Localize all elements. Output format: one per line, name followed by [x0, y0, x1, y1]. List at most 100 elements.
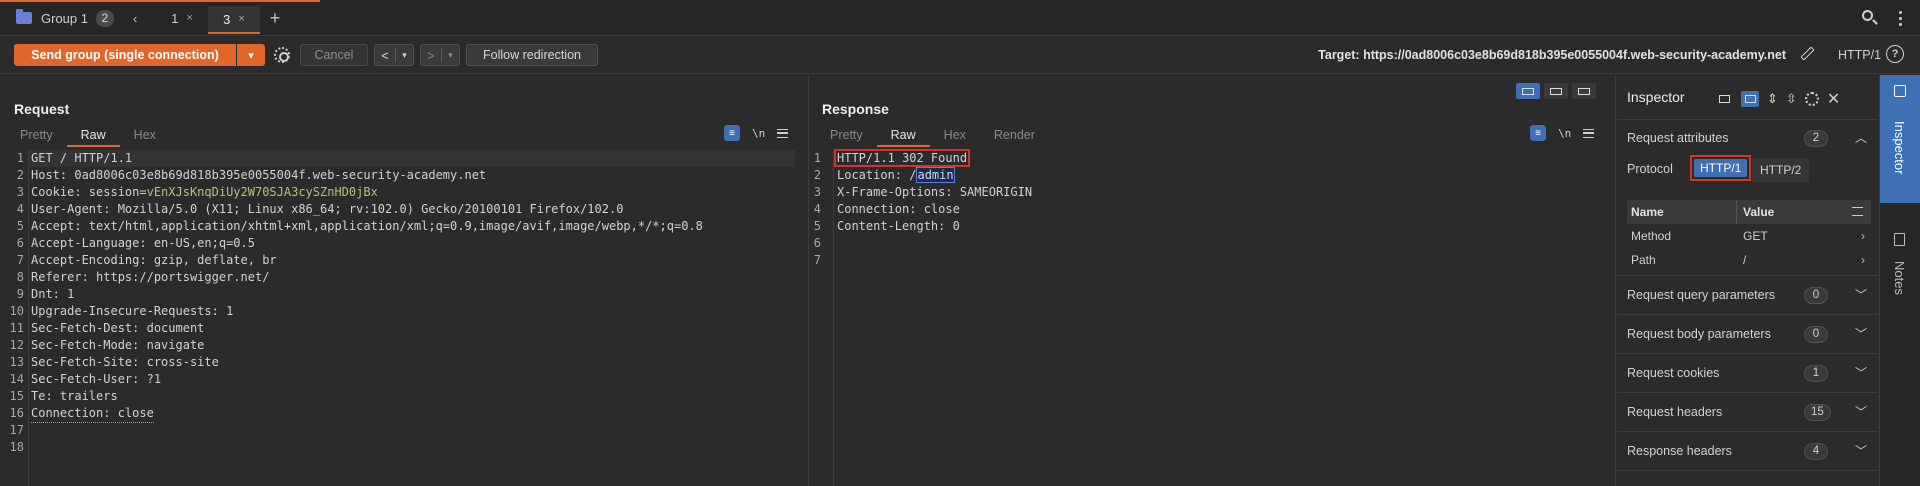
response-headers-section[interactable]: Response headers 4 ﹀ [1617, 432, 1878, 471]
cancel-button[interactable]: Cancel [300, 44, 368, 66]
settings-button[interactable] [271, 44, 293, 66]
header-value: https://portswigger.net/ [88, 270, 270, 284]
tab-hex[interactable]: Hex [120, 125, 170, 147]
follow-redirection-button[interactable]: Follow redirection [466, 44, 598, 66]
add-tab-button[interactable]: + [266, 6, 284, 30]
newline-icon[interactable]: \n [752, 127, 765, 140]
layout-split-icon[interactable] [1741, 91, 1759, 107]
close-icon[interactable]: × [186, 12, 192, 24]
attr-value: / [1743, 253, 1747, 267]
section-count: 2 [1804, 130, 1828, 147]
tab-label: 3 [223, 11, 231, 27]
forward-button[interactable]: > ▾ [420, 44, 460, 66]
search-icon[interactable] [1860, 8, 1880, 28]
table-row[interactable]: Path / › [1627, 248, 1871, 272]
tab-render[interactable]: Render [980, 125, 1049, 147]
inspector-toolbar: ⇕ ⇳ ✕ [1715, 89, 1840, 109]
line-number: 13 [9, 355, 24, 369]
chevron-up-icon[interactable]: ︿ [1855, 129, 1867, 146]
layout-stacked-icon[interactable] [1544, 83, 1568, 99]
chevron-down-icon[interactable]: ﹀ [1855, 286, 1867, 303]
layout-side-by-side-icon[interactable] [1516, 83, 1540, 99]
wrap-lines-icon[interactable]: ≡ [724, 125, 740, 141]
line-number: 9 [16, 287, 24, 301]
line-number: 4 [16, 202, 24, 216]
tab-raw[interactable]: Raw [876, 125, 930, 147]
close-icon[interactable]: ✕ [1827, 89, 1840, 109]
editor-line: 5 Accept: text/html,application/xhtml+xml… [0, 218, 808, 235]
line-text: Upgrade-Insecure-Requests: 1 [31, 303, 233, 320]
header-value: session= [81, 185, 147, 199]
wrap-lines-icon[interactable]: ≡ [1530, 125, 1546, 141]
header-value: navigate [139, 338, 205, 352]
protocol-http1-button[interactable]: HTTP/1 [1694, 159, 1748, 177]
section-count: 15 [1804, 404, 1831, 421]
sidebar-tab-inspector[interactable]: Inspector [1880, 75, 1920, 203]
column-value-header[interactable]: Value [1737, 205, 1774, 219]
request-body-parameters-section[interactable]: Request body parameters 0 ﹀ [1617, 315, 1878, 354]
section-label: Request headers [1627, 405, 1723, 419]
header-value: / [902, 168, 917, 182]
tab-raw[interactable]: Raw [66, 125, 120, 147]
back-button[interactable]: < ▾ [374, 44, 414, 66]
chevron-right-icon[interactable]: › [1861, 253, 1865, 267]
line-text: Te: trailers [31, 388, 118, 405]
sidebar-tab-label: Inspector [1892, 121, 1907, 175]
tab-3[interactable]: 3 × [208, 6, 260, 34]
menu-icon[interactable] [1583, 128, 1595, 138]
toolbar: Send group (single connection) ▾ Cancel … [0, 36, 1920, 74]
tab-1[interactable]: 1 × [156, 6, 208, 30]
header-value: ?1 [139, 372, 162, 386]
close-icon[interactable]: × [238, 13, 244, 25]
request-editor-icons: ≡ \n [724, 125, 789, 141]
tab-pretty[interactable]: Pretty [6, 125, 67, 147]
newline-icon[interactable]: \n [1558, 127, 1571, 140]
chevron-down-icon[interactable]: ﹀ [1855, 325, 1867, 342]
expand-icon[interactable]: ⇕ [1767, 91, 1778, 107]
group-label: Group 1 [41, 10, 88, 26]
line-text: Cookie: session=vEnXJsKnqDiUy2W70SJA3cyS… [31, 184, 378, 201]
send-dropdown-button[interactable]: ▾ [237, 44, 265, 66]
request-headers-section[interactable]: Request headers 15 ﹀ [1617, 393, 1878, 432]
layout-list-icon[interactable] [1715, 91, 1733, 107]
layout-tabs-icon[interactable] [1572, 83, 1596, 99]
response-editor[interactable]: 1 HTTP/1.1 302 Found 2 Location: /admin 3 X-F… [810, 149, 1615, 486]
protocol-http2-button[interactable]: HTTP/2 [1752, 158, 1810, 182]
header-value: GET / HTTP/1.1 [31, 151, 133, 165]
chevron-down-icon[interactable]: ﹀ [1855, 403, 1867, 420]
header-value: Mozilla/5.0 (X11; Linux x86_64; rv:102.0… [110, 202, 624, 216]
chevron-down-icon[interactable]: ﹀ [1855, 442, 1867, 459]
request-cookies-section[interactable]: Request cookies 1 ﹀ [1617, 354, 1878, 393]
tab-group[interactable]: Group 1 2 [16, 6, 132, 30]
line-text: X-Frame-Options: SAMEORIGIN [837, 184, 1032, 201]
tab-pretty[interactable]: Pretty [816, 125, 877, 147]
chevron-down-icon[interactable]: ﹀ [1855, 364, 1867, 381]
send-group-button[interactable]: Send group (single connection) [14, 44, 236, 66]
column-menu-icon[interactable] [1852, 207, 1863, 216]
editor-line: 11 Sec-Fetch-Dest: document [0, 320, 808, 337]
column-name-header[interactable]: Name [1627, 200, 1737, 224]
help-icon[interactable]: ? [1886, 45, 1904, 63]
line-number: 1 [16, 151, 24, 165]
pencil-icon[interactable] [1798, 45, 1816, 63]
chevron-down-icon[interactable]: ▾ [448, 50, 453, 61]
chevron-right-icon[interactable]: › [1861, 229, 1865, 243]
request-query-parameters-section[interactable]: Request query parameters 0 ﹀ [1617, 276, 1878, 315]
protocol-label: Protocol [1627, 162, 1673, 176]
http-version-label[interactable]: HTTP/1 [1838, 48, 1881, 62]
editor-line: 2 Host: 0ad8006c03e8b69d818b395e0055004f.… [0, 167, 808, 184]
tab-hex[interactable]: Hex [930, 125, 980, 147]
table-header: Name Value [1627, 200, 1871, 224]
chevron-left-icon[interactable]: ‹ [128, 6, 142, 30]
menu-icon[interactable] [777, 128, 789, 138]
inspector-panel: Inspector ⇕ ⇳ ✕ Request attributes 2 ︿ P… [1617, 75, 1878, 486]
gear-icon[interactable] [1804, 92, 1819, 106]
chevron-down-icon[interactable]: ▾ [402, 50, 407, 61]
more-vertical-icon[interactable] [1892, 8, 1908, 28]
table-row[interactable]: Method GET › [1627, 224, 1871, 248]
collapse-icon[interactable]: ⇳ [1786, 91, 1797, 107]
editor-line: 13 Sec-Fetch-Site: cross-site [0, 354, 808, 371]
request-editor[interactable]: 1 GET / HTTP/1.1 2 Host: 0ad8006c03e8b69d81… [0, 150, 808, 486]
header-name: Connection: [837, 202, 917, 216]
section-label[interactable]: Request attributes [1627, 131, 1728, 145]
